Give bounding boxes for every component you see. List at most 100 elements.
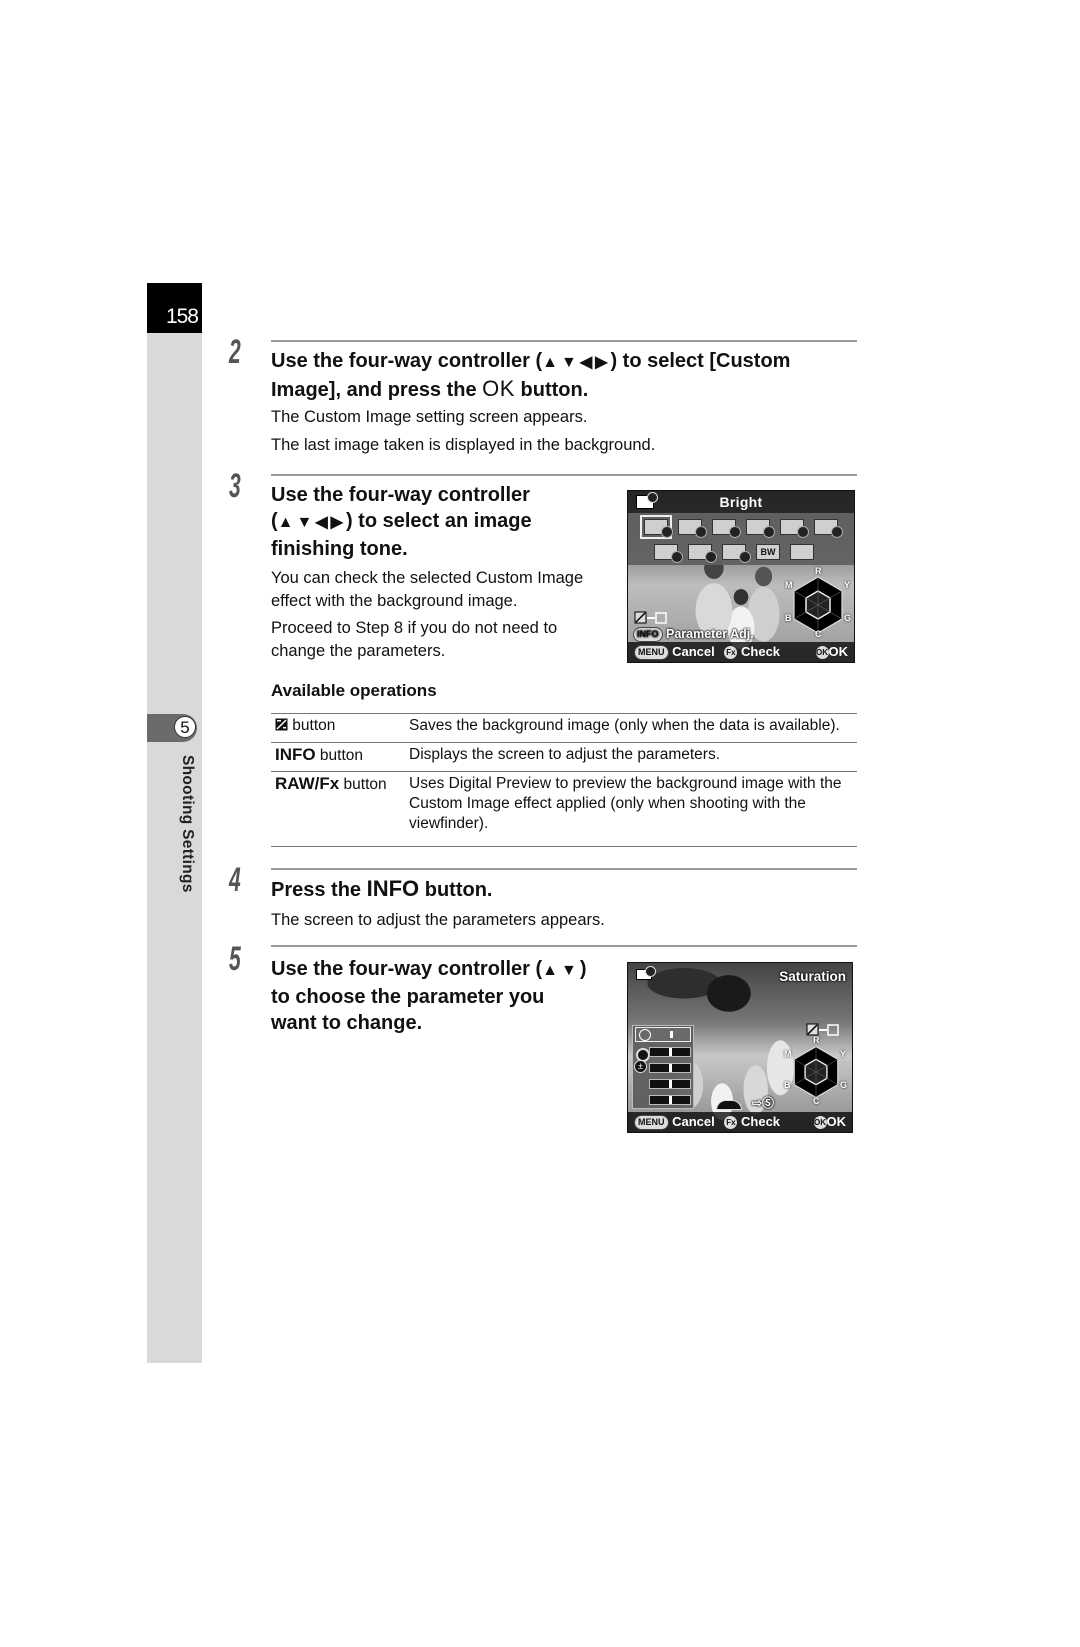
step-2-body-1: The Custom Image setting screen appears. <box>271 408 588 426</box>
save-image-icon <box>806 1023 839 1036</box>
screen-button-bar: MENU Cancel Fx Check OKOK <box>628 1112 852 1132</box>
operation-key-text: button <box>339 776 387 793</box>
raw-fx-key-label: RAW/Fx <box>275 774 340 793</box>
slider-sharpness[interactable] <box>649 1095 691 1105</box>
slider-high-low-key[interactable] <box>649 1063 691 1073</box>
chapter-title: Shooting Settings <box>174 755 198 915</box>
ok-key-icon: OK <box>815 646 829 659</box>
slider-hue[interactable] <box>649 1047 691 1057</box>
operation-description: Uses Digital Preview to preview the back… <box>409 775 842 832</box>
heading-line: want to change. <box>271 1012 423 1034</box>
fx-key-icon: Fx <box>724 646 738 659</box>
slider-knob[interactable] <box>668 1096 672 1104</box>
save-image-icon <box>275 718 288 731</box>
parameter-row-saturation[interactable] <box>635 1027 691 1042</box>
hex-label-b: B <box>784 1080 791 1090</box>
camera-screen-custom-image: Bright BW R Y G C B M INFO Parameter Adj… <box>627 490 855 663</box>
menu-key-icon: MENU <box>634 645 669 660</box>
check-button[interactable]: Fx Check <box>724 644 780 659</box>
operation-key: RAW/Fx button <box>271 772 405 847</box>
check-label: Check <box>741 1114 781 1129</box>
operation-key: button <box>271 714 405 743</box>
save-image-icon <box>634 611 667 624</box>
dial-icon <box>716 1100 742 1110</box>
tone-portrait-icon[interactable] <box>712 519 741 538</box>
hex-label-r: R <box>813 1035 820 1045</box>
color-hexagon-chart <box>793 1045 839 1099</box>
hex-label-b: B <box>785 613 792 623</box>
slider-knob[interactable] <box>668 1048 672 1056</box>
screen-title-bar: Bright <box>628 491 854 513</box>
hex-label-c: C <box>813 1096 820 1106</box>
tone-landscape-icon[interactable] <box>746 519 775 538</box>
tone-radiant-icon[interactable] <box>814 519 843 538</box>
step-divider <box>271 945 857 947</box>
cancel-button[interactable]: MENU Cancel <box>634 644 715 660</box>
slider-knob[interactable] <box>668 1080 672 1088</box>
custom-image-tone-icon <box>636 966 656 980</box>
heading-line: (▲▼◀▶) to select an image <box>271 510 532 532</box>
tone-muted-icon[interactable] <box>654 544 683 563</box>
page-number-box: 158 <box>147 283 202 333</box>
page-number: 158 <box>165 305 199 328</box>
cancel-button[interactable]: MENU Cancel <box>634 1114 715 1130</box>
fx-key-icon: Fx <box>724 1116 738 1129</box>
step-divider <box>271 474 857 476</box>
check-button[interactable]: Fx Check <box>724 1114 780 1129</box>
ok-key-icon: OK <box>813 1116 827 1129</box>
step-5-heading: Use the four-way controller (▲▼) to choo… <box>271 956 587 1036</box>
table-row: RAW/Fx button Uses Digital Preview to pr… <box>271 771 857 847</box>
ok-label: OK <box>828 644 849 659</box>
ok-button[interactable]: OKOK <box>813 1114 847 1129</box>
tone-reversal-film-icon[interactable] <box>722 544 751 563</box>
cancel-label: Cancel <box>672 644 715 659</box>
step-4-body: The screen to adjust the parameters appe… <box>271 911 605 929</box>
slider-contrast[interactable] <box>649 1079 691 1089</box>
chapter-number: 5 <box>174 716 196 738</box>
saturation-icon <box>639 1029 651 1041</box>
info-key-label: INFO <box>366 876 420 901</box>
tone-bright-icon[interactable] <box>640 515 673 539</box>
step-2-body-2: The last image taken is displayed in the… <box>271 436 656 454</box>
chapter-tab: 5 <box>147 714 197 742</box>
saturation-value-marker <box>670 1031 673 1038</box>
ok-button[interactable]: OKOK <box>815 644 849 659</box>
step-number: 4 <box>229 861 241 899</box>
key-adjust-icon: ± <box>634 1060 647 1073</box>
check-label: Check <box>741 644 781 659</box>
ok-key-label: OK <box>482 376 515 401</box>
info-key-icon: INFO <box>633 627 663 642</box>
tone-natural-icon[interactable] <box>678 519 707 538</box>
chapter-title-text: Shooting Settings <box>179 755 196 893</box>
four-way-arrows-icon: ▲▼◀▶ <box>542 354 611 371</box>
step-divider <box>271 868 857 870</box>
heading-text: button. <box>419 879 493 901</box>
slider-knob[interactable] <box>668 1064 672 1072</box>
step-3-body-2: Proceed to Step 8 if you do not need to … <box>271 619 558 660</box>
heading-text: ) <box>579 958 587 980</box>
hex-label-y: Y <box>840 1049 847 1059</box>
tone-bleach-bypass-icon[interactable] <box>688 544 717 563</box>
tone-cross-processing-icon[interactable] <box>790 544 814 560</box>
step-divider <box>271 340 857 342</box>
tone-monochrome-icon[interactable]: BW <box>756 544 780 560</box>
ok-label: OK <box>826 1114 847 1129</box>
step-2-heading: Use the four-way controller (▲▼◀▶) to se… <box>271 348 861 403</box>
operation-description: Displays the screen to adjust the parame… <box>409 746 721 763</box>
screen-button-bar: MENU Cancel Fx Check OKOK <box>628 642 854 662</box>
reset-icon: ⇨Ⓢ <box>752 1096 775 1110</box>
operation-key-text: button <box>288 717 336 734</box>
tone-grid: BW <box>628 513 854 565</box>
parameter-adj-label: Parameter Adj. <box>665 627 754 641</box>
tone-vibrant-icon[interactable] <box>780 519 809 538</box>
color-hexagon-chart <box>793 576 843 634</box>
operation-description: Saves the background image (only when th… <box>409 717 840 734</box>
info-key-label: INFO <box>275 745 316 764</box>
heading-text: button. <box>514 379 589 401</box>
parameter-name: Saturation <box>779 969 846 984</box>
hex-label-c: C <box>815 629 822 639</box>
step-4-heading: Press the INFO button. <box>271 876 492 903</box>
step-3-body-1: You can check the selected Custom Image … <box>271 569 584 610</box>
parameter-adj-hint: INFO Parameter Adj. <box>633 627 754 642</box>
heading-text: Press the <box>271 879 367 901</box>
